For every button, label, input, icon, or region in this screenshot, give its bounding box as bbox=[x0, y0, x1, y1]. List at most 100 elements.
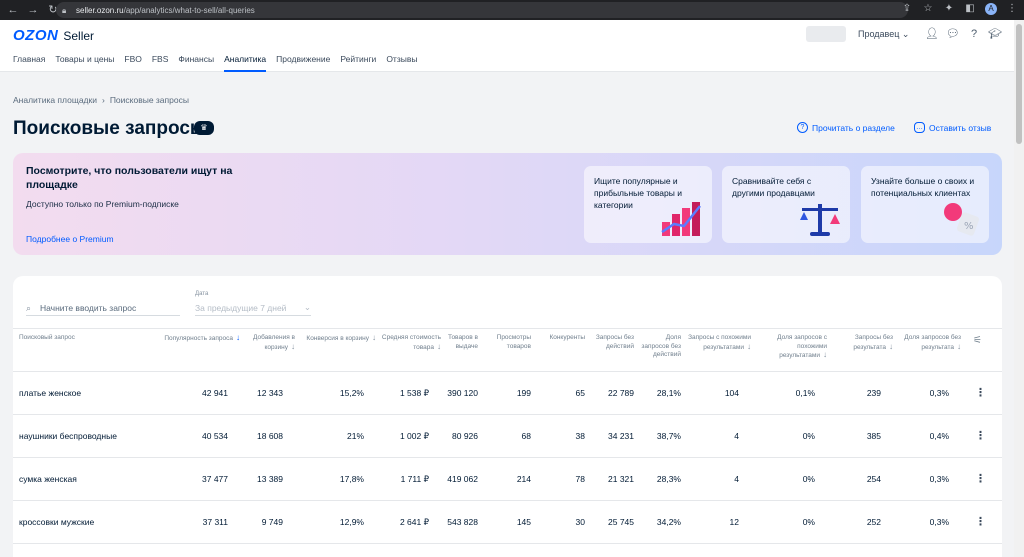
value-cell: 17,8% bbox=[339, 474, 364, 484]
help-icon[interactable]: ? bbox=[967, 27, 981, 41]
user-icon[interactable]: 👤︎ bbox=[925, 27, 939, 41]
column-header[interactable]: Конверсия в корзину ↓ bbox=[294, 333, 376, 344]
value-cell: 21 321 bbox=[608, 474, 634, 484]
column-settings-icon[interactable]: ⚟ bbox=[973, 335, 982, 346]
banner-subtitle: Доступно только по Premium-подписке bbox=[26, 199, 179, 209]
forward-icon[interactable]: → bbox=[26, 3, 40, 17]
banner-card-products: Ищите популярные и прибыльные товары и к… bbox=[584, 166, 712, 243]
column-header[interactable]: Доля запросов с похожими результатами ↓ bbox=[753, 334, 827, 361]
value-cell: 28,1% bbox=[656, 388, 681, 398]
column-header[interactable]: Запросы без результата ↓ bbox=[831, 334, 893, 352]
date-period-select[interactable]: За предыдущие 7 дней ⌄ bbox=[195, 300, 311, 316]
value-cell: 12 bbox=[729, 517, 739, 527]
premium-banner: Посмотрите, что пользователи ищут на пло… bbox=[13, 153, 1002, 255]
value-cell: 239 bbox=[866, 388, 881, 398]
star-icon[interactable]: ☆ bbox=[922, 3, 934, 15]
column-header: Конкуренты bbox=[549, 334, 585, 341]
breadcrumb: Аналитика площадки › Поисковые запросы bbox=[13, 95, 189, 105]
value-cell: 28,3% bbox=[656, 474, 681, 484]
row-menu-icon[interactable]: ⋮ bbox=[975, 429, 986, 443]
query-cell: кроссовки мужские bbox=[19, 517, 95, 527]
menu-icon[interactable]: ⋮ bbox=[1006, 3, 1018, 15]
sidepanel-icon[interactable]: ◧ bbox=[964, 3, 976, 15]
value-cell: 34 231 bbox=[608, 431, 634, 441]
value-cell: 104 bbox=[724, 388, 739, 398]
value-cell: 80 926 bbox=[452, 431, 478, 441]
crown-icon: ♛ bbox=[194, 121, 214, 135]
nav-item[interactable]: Главная bbox=[13, 54, 45, 72]
app-header: OZON Seller Продавец ⌄ 👤︎ 💬︎ ? 🎓︎ Главна… bbox=[0, 20, 1014, 72]
value-cell: 37 477 bbox=[202, 474, 228, 484]
value-cell: 543 828 bbox=[447, 517, 478, 527]
value-cell: 42 941 bbox=[202, 388, 228, 398]
value-cell: 1 002 ₽ bbox=[399, 431, 429, 441]
premium-details-link[interactable]: Подробнее о Premium bbox=[26, 234, 114, 244]
profile-avatar[interactable]: A bbox=[985, 3, 997, 15]
read-about-section-link[interactable]: ? Прочитать о разделе bbox=[797, 122, 895, 133]
question-icon: ? bbox=[797, 122, 808, 133]
ozon-seller-logo[interactable]: OZON Seller bbox=[13, 27, 94, 44]
nav-item[interactable]: Финансы bbox=[178, 54, 214, 72]
education-icon[interactable]: 🎓︎ bbox=[988, 27, 1002, 41]
value-cell: 390 120 bbox=[447, 388, 478, 398]
value-cell: 199 bbox=[516, 388, 531, 398]
value-cell: 0,3% bbox=[929, 517, 949, 527]
column-header[interactable]: Средняя стоимость товара ↓ bbox=[371, 334, 441, 352]
svg-text:%: % bbox=[964, 221, 974, 232]
nav-item[interactable]: FBS bbox=[152, 54, 169, 72]
table-row[interactable]: наушники беспроводные 40 534 18 608 21% 1 00… bbox=[13, 415, 1002, 458]
sort-arrow-icon[interactable]: ↓ bbox=[957, 342, 961, 351]
value-cell: 0,3% bbox=[929, 388, 949, 398]
column-header[interactable]: Запросы с похожими результатами ↓ bbox=[683, 334, 751, 352]
nav-item[interactable]: Отзывы bbox=[386, 54, 417, 72]
value-cell: 4 bbox=[734, 474, 739, 484]
sort-arrow-icon[interactable]: ↓ bbox=[823, 350, 827, 359]
value-cell: 30 bbox=[575, 517, 585, 527]
scrollbar-thumb[interactable] bbox=[1016, 24, 1022, 144]
value-cell: 0% bbox=[802, 517, 815, 527]
column-header: Доля запросов без действий bbox=[641, 334, 681, 358]
chevron-down-icon: ⌄ bbox=[303, 302, 311, 312]
role-dropdown[interactable]: Продавец ⌄ bbox=[858, 29, 909, 40]
breadcrumb-current: Поисковые запросы bbox=[109, 95, 189, 105]
table-row[interactable]: платье женское 42 941 12 343 15,2% 1 538 ₽ 39… bbox=[13, 372, 1002, 415]
back-icon[interactable]: ← bbox=[6, 3, 20, 17]
banner-card-clients: Узнайте больше о своих и потенциальных к… bbox=[861, 166, 989, 243]
share-icon[interactable]: ⇪ bbox=[901, 3, 913, 15]
breadcrumb-parent[interactable]: Аналитика площадки bbox=[13, 95, 97, 105]
extensions-icon[interactable]: ✦ bbox=[943, 3, 955, 15]
chat-icon[interactable]: 💬︎ bbox=[946, 27, 960, 41]
sort-arrow-icon[interactable]: ↓ bbox=[747, 342, 751, 351]
company-name-redacted[interactable] bbox=[806, 26, 846, 42]
value-cell: 419 062 bbox=[447, 474, 478, 484]
comment-icon: … bbox=[914, 122, 925, 133]
url-text: seller.ozon.ru/app/analytics/what-to-sel… bbox=[76, 5, 255, 15]
search-field[interactable]: ⌕ bbox=[26, 300, 180, 316]
value-cell: 252 bbox=[866, 517, 881, 527]
nav-item[interactable]: Аналитика bbox=[224, 54, 267, 72]
row-menu-icon[interactable]: ⋮ bbox=[975, 472, 986, 486]
row-menu-icon[interactable]: ⋮ bbox=[975, 515, 986, 529]
banner-title: Посмотрите, что пользователи ищут на пло… bbox=[26, 165, 233, 191]
column-header[interactable]: Добавления в корзину ↓ bbox=[221, 334, 295, 352]
column-header: Товаров в выдаче bbox=[447, 334, 478, 350]
search-icon: ⌕ bbox=[26, 302, 32, 313]
search-input[interactable] bbox=[40, 302, 170, 313]
leave-feedback-link[interactable]: … Оставить отзыв bbox=[914, 122, 991, 133]
table-row[interactable]: сумка женская 37 477 13 389 17,8% 1 711 ₽ 419… bbox=[13, 458, 1002, 501]
row-menu-icon[interactable]: ⋮ bbox=[975, 386, 986, 400]
query-cell: наушники беспроводные bbox=[19, 431, 117, 441]
table-row[interactable]: кроссовки мужские 37 311 9 749 12,9% 2 641 ₽… bbox=[13, 501, 1002, 544]
value-cell: 12 343 bbox=[257, 388, 283, 398]
nav-item[interactable]: Товары и цены bbox=[55, 54, 114, 72]
column-header[interactable]: Доля запросов без результата ↓ bbox=[893, 334, 961, 352]
address-bar[interactable]: 🔒︎ seller.ozon.ru/app/analytics/what-to-… bbox=[56, 2, 908, 18]
nav-item[interactable]: FBO bbox=[124, 54, 141, 72]
column-header: Поисковый запрос bbox=[19, 334, 75, 341]
nav-item[interactable]: Продвижение bbox=[276, 54, 330, 72]
chart-growth-icon bbox=[661, 202, 701, 236]
page-scrollbar[interactable] bbox=[1014, 20, 1024, 557]
value-cell: 4 bbox=[734, 431, 739, 441]
value-cell: 22 789 bbox=[608, 388, 634, 398]
nav-item[interactable]: Рейтинги bbox=[340, 54, 376, 72]
